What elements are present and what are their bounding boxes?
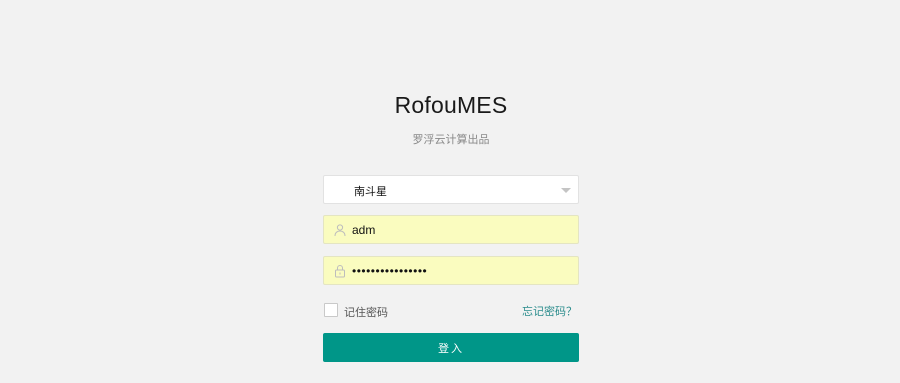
- password-input[interactable]: [352, 257, 572, 284]
- login-panel: RofouMES 罗浮云计算出品 南斗星 记住密码 忘记密码？ 登入: [323, 0, 579, 383]
- tenant-select-value: 南斗星: [354, 185, 387, 198]
- username-input[interactable]: [352, 216, 572, 243]
- remember-row: 记住密码 忘记密码？: [323, 303, 579, 319]
- password-field-wrapper: [323, 256, 579, 285]
- remember-checkbox[interactable]: [324, 303, 338, 317]
- tenant-select[interactable]: 南斗星: [323, 175, 579, 204]
- user-icon: [333, 223, 347, 237]
- remember-label[interactable]: 记住密码: [344, 304, 388, 320]
- login-button[interactable]: 登入: [323, 333, 579, 362]
- lock-icon: [333, 264, 347, 278]
- app-subtitle: 罗浮云计算出品: [412, 133, 490, 146]
- chevron-down-icon: [561, 188, 571, 193]
- forgot-password-link[interactable]: 忘记密码？: [522, 303, 577, 319]
- username-field-wrapper: [323, 215, 579, 244]
- app-title: RofouMES: [394, 92, 508, 118]
